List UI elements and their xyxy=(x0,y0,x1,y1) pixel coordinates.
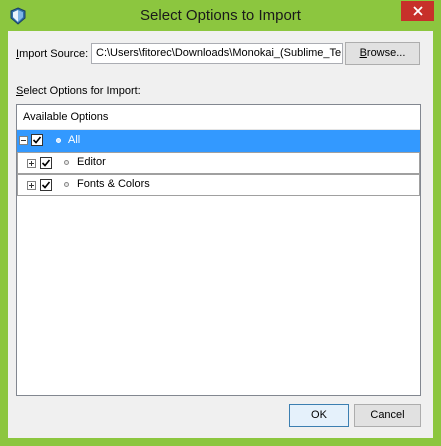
expand-icon[interactable] xyxy=(27,181,36,190)
checkbox-editor[interactable] xyxy=(40,157,52,169)
close-button[interactable] xyxy=(401,1,434,21)
options-tree-header: Available Options xyxy=(17,105,420,130)
bullet-icon xyxy=(64,182,69,187)
tree-row-all[interactable]: All xyxy=(17,130,420,152)
dialog-window: Select Options to Import Import Source: … xyxy=(0,0,441,446)
cancel-button[interactable]: Cancel xyxy=(354,404,421,427)
checkbox-fonts-colors[interactable] xyxy=(40,179,52,191)
bullet-icon xyxy=(64,160,69,165)
tree-row-label: Editor xyxy=(77,156,106,168)
options-tree[interactable]: Available Options All Editor Fonts & Col… xyxy=(16,104,421,396)
tree-row-label: All xyxy=(68,134,81,146)
window-title: Select Options to Import xyxy=(140,7,301,24)
dialog-content: Import Source: C:\Users\fitorec\Download… xyxy=(8,31,433,438)
import-source-label: Import Source: xyxy=(16,48,89,60)
collapse-icon[interactable] xyxy=(19,136,28,145)
bullet-icon xyxy=(56,138,61,143)
ok-button[interactable]: OK xyxy=(289,404,349,427)
tree-row-editor[interactable]: Editor xyxy=(17,152,420,174)
tree-row-fonts-colors[interactable]: Fonts & Colors xyxy=(17,174,420,196)
checkbox-all[interactable] xyxy=(31,134,43,146)
close-icon xyxy=(412,6,423,16)
expand-icon[interactable] xyxy=(27,159,36,168)
title-bar[interactable]: Select Options to Import xyxy=(0,0,441,31)
tree-row-label: Fonts & Colors xyxy=(77,178,150,190)
browse-button[interactable]: Browse... xyxy=(345,42,420,65)
select-options-label: Select Options for Import: xyxy=(16,85,141,97)
import-source-field[interactable]: C:\Users\fitorec\Downloads\Monokai_(Subl… xyxy=(91,43,343,64)
